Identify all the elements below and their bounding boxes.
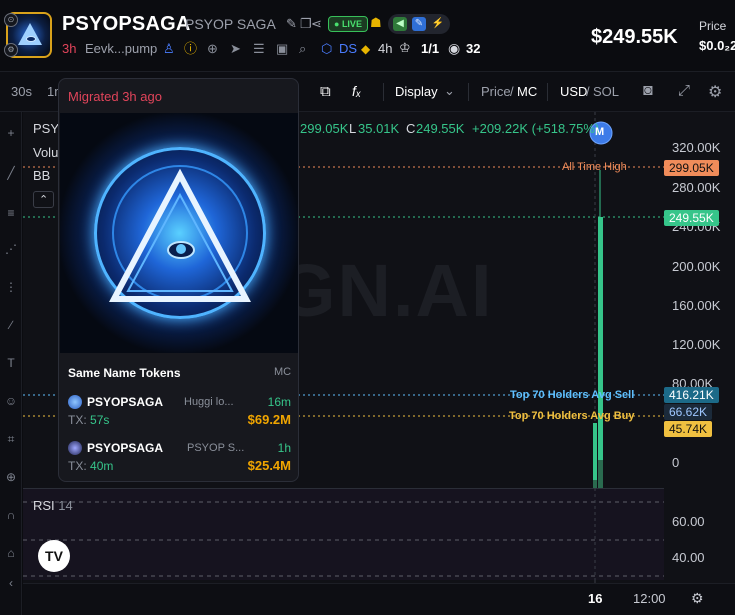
token-mc: $25.4M — [247, 458, 291, 473]
avg-sell-price-tag: 416.21K — [664, 387, 719, 403]
token-age: 16m — [267, 395, 291, 409]
tradingview-logo[interactable]: TV — [38, 540, 70, 572]
same-name-token[interactable]: PSYOPSAGA — [87, 441, 163, 455]
avg-buy-price-tag: 45.74K — [664, 421, 713, 437]
migrated-label: Migrated 3h ago — [68, 89, 162, 104]
bb-label: BB — [33, 168, 51, 183]
y-tick: 160.00K — [672, 298, 721, 313]
y-tick: 200.00K — [672, 259, 721, 274]
avg-sell-label: Top 70 Holders Avg Sell — [510, 389, 635, 401]
ohlc-l-value: 35.01K — [358, 121, 400, 136]
y-tick: 0 — [672, 455, 680, 470]
y-tick: 120.00K — [672, 337, 721, 352]
triangle-icon — [109, 168, 251, 302]
token-mc: $69.2M — [247, 412, 291, 427]
token-hover-card: Migrated 3h ago Same Name Tokens MC PSYO… — [58, 78, 299, 482]
mc-column-header: MC — [274, 366, 292, 378]
token-alias: Huggi lo... — [184, 396, 234, 408]
y-tick: 280.00K — [672, 180, 721, 195]
x-tick: 16 — [588, 591, 603, 606]
token-avatar — [68, 395, 82, 409]
current-price-tag: 249.55K — [664, 210, 719, 226]
ohlc-c-label: C — [406, 121, 416, 136]
y-tick: 320.00K — [672, 140, 721, 155]
trade-marker-label[interactable]: M — [595, 126, 604, 138]
token-age: 1h — [277, 441, 291, 455]
same-name-header: Same Name Tokens — [68, 366, 181, 380]
token-alias: PSYOP S... — [187, 442, 245, 454]
ohlc-c-value: 249.55K — [416, 121, 465, 136]
time-axis — [23, 583, 735, 615]
token-avatar — [68, 441, 82, 455]
ohlc-o-value: 299.05K — [300, 121, 349, 136]
rsi-label: RSI 14 — [33, 498, 73, 513]
iris-graphic — [176, 244, 186, 254]
x-tick: 12:00 — [633, 591, 666, 606]
collapse-legend-button[interactable]: ⌃ — [33, 191, 55, 208]
tx-time: TX: 57s — [68, 413, 110, 427]
same-name-token[interactable]: PSYOPSAGA — [87, 395, 163, 409]
ohlc-l-label: L — [349, 121, 357, 136]
token-image — [60, 113, 298, 353]
volume-label: Volu — [33, 145, 59, 160]
mid-price-tag: 66.62K — [664, 404, 713, 420]
tx-time: TX: 40m — [68, 459, 114, 473]
ath-label: All Time High — [562, 161, 627, 173]
rsi-tick: 40.00 — [672, 550, 705, 565]
avg-buy-label: Top 70 Holders Avg Buy — [509, 410, 635, 422]
rsi-tick: 60.00 — [672, 514, 705, 529]
axis-settings-icon[interactable]: ⚙ — [691, 590, 704, 607]
ath-price-tag: 299.05K — [664, 160, 719, 176]
ohlc-change: +209.22K (+518.75%) — [472, 121, 600, 136]
chart-symbol: PSY — [33, 121, 60, 136]
